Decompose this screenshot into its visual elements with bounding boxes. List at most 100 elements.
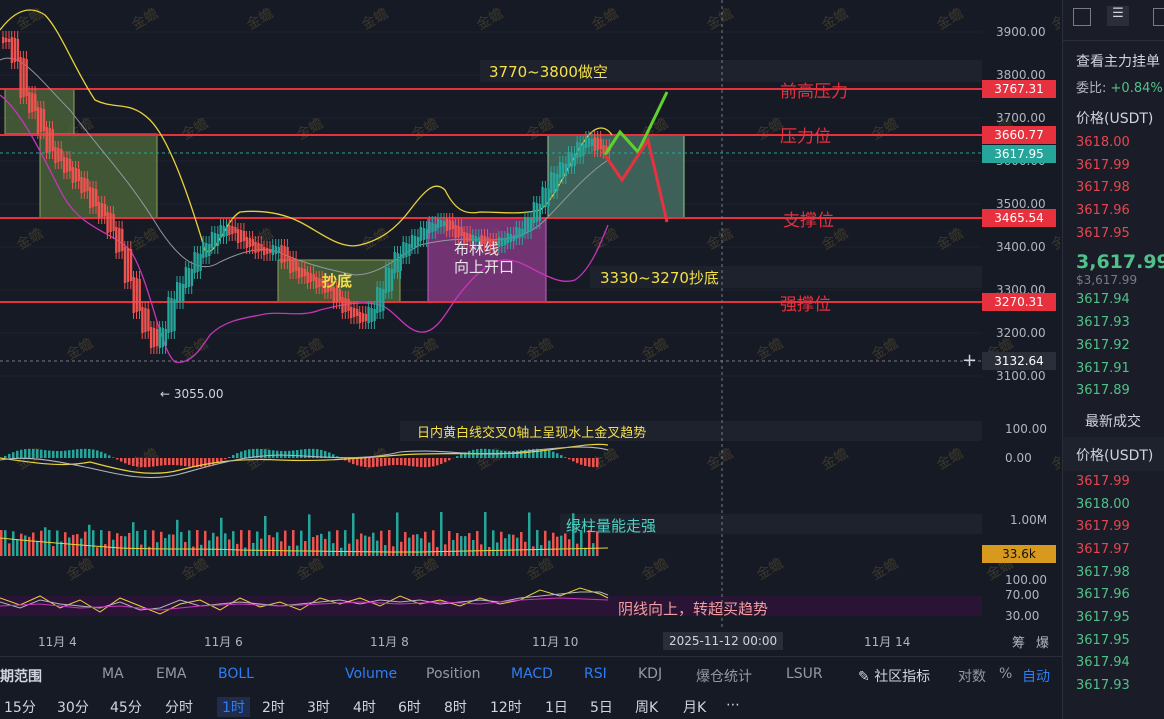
macd-bar [268,449,271,458]
macd-bar [244,450,247,458]
volume-bar [440,512,443,556]
macd-bar [416,458,419,467]
ask-row[interactable]: 3617.99 [1063,155,1164,178]
bid-row[interactable]: 3617.91 [1063,358,1164,381]
ask-row[interactable]: 3617.96 [1063,200,1164,223]
ask-row[interactable]: 3618.00 [1063,132,1164,155]
trade-row: 3617.99 [1076,473,1130,489]
indicator-lsur[interactable]: LSUR [786,666,823,682]
timeframe-9[interactable]: 8时 [444,697,467,717]
candle-body [48,128,51,152]
bid-row[interactable]: 3617.89 [1063,380,1164,403]
candle-body [155,329,159,346]
community-indicator[interactable]: ✎ 社区指标 [858,666,930,686]
trade-row: 3617.99 [1076,519,1130,535]
candle-body [92,188,95,207]
indicator-ma[interactable]: MA [102,666,124,682]
macd-bar [404,458,407,466]
bid-row[interactable]: 3617.92 [1063,335,1164,358]
timeframe-6[interactable]: 3时 [307,697,330,717]
volume-bar [120,535,123,556]
volume-bar [180,531,183,556]
timeframe-4[interactable]: 1时 [217,697,250,717]
macd-bar [208,458,211,466]
crosshair-plus-icon[interactable]: + [962,350,977,371]
candle-body [428,222,431,233]
crosshair-price-tag: 3132.64 [982,352,1056,370]
indicator-liquidation[interactable]: 爆仓统计 [696,666,752,686]
chips-icon[interactable]: 筹 [1012,632,1025,651]
candle-body [454,225,457,238]
price-chart[interactable]: 金蟾 金蟾 金蟾 金蟾 金蟾 金蟾 金蟾 金蟾 金蟾 金蟾金蟾 金蟾 金蟾 金蟾 金蟾 金蟾 金蟾 金蟾金蟾 金蟾… [0,0,1060,655]
indicator-ema[interactable]: EMA [156,666,187,682]
volume-bar [4,530,7,556]
candle-body [396,253,399,272]
timeframe-7[interactable]: 4时 [353,697,376,717]
timeframe-5[interactable]: 2时 [262,697,285,717]
bid-row[interactable]: 3617.94 [1063,289,1164,312]
panel-title[interactable]: 查看主力挂单 [1063,41,1164,71]
trade-row: 3617.96 [1076,587,1130,603]
timeframe-11[interactable]: 1日 [545,697,568,717]
candle-body [413,236,417,247]
macd-bar [432,458,435,467]
timeframe-10[interactable]: 12时 [490,697,522,717]
macd-bar [8,453,11,458]
ask-row[interactable]: 3617.95 [1063,223,1164,246]
candle-body [248,238,251,247]
indicator-boll[interactable]: BOLL [218,666,254,682]
candle-body [199,254,202,271]
macd-bar [44,450,47,458]
liquidation-icon[interactable]: 爆 [1036,632,1049,651]
date-tick: 11月 10 [532,635,578,649]
macd-bar [264,449,267,458]
indicator-toolbar: 期范围 MA EMA BOLL Volume Position MACD RSI… [0,656,1062,693]
auto-scale-toggle[interactable]: 自动 [1022,666,1050,686]
indicator-position[interactable]: Position [426,666,481,682]
layout-icon[interactable] [1073,8,1091,26]
candle-body [216,234,220,246]
volume-bar [172,534,175,556]
volume-bar [468,533,471,556]
period-range-tab[interactable]: 期范围 [0,666,42,686]
timeframe-12[interactable]: 5日 [590,697,613,717]
candle-body [405,243,408,257]
candle-body [408,244,411,256]
timeframe-3[interactable]: 分时 [165,697,193,717]
orderbook-icon[interactable]: ☰ [1107,6,1129,26]
candle-body [167,297,170,333]
volume-bar [300,530,303,556]
percent-toggle[interactable]: % [999,666,1012,682]
indicator-macd[interactable]: MACD [511,666,553,682]
candle-body [106,212,109,233]
candle-body [149,327,153,348]
timeframe-0[interactable]: 15分 [4,697,36,717]
timeframe-14[interactable]: 月K [683,697,706,717]
bid-row[interactable]: 3617.93 [1063,312,1164,335]
timeframe-2[interactable]: 45分 [110,697,142,717]
timeframe-13[interactable]: 周K [635,697,658,717]
more-timeframes-icon[interactable]: ⋯ [726,697,740,713]
grid-icon[interactable] [1153,8,1164,26]
volume-bar [200,544,203,556]
candle-body [158,327,161,348]
macd-bar [420,458,423,468]
macd-bar [32,448,35,458]
indicator-rsi[interactable]: RSI [584,666,607,682]
indicator-volume[interactable]: Volume [345,666,397,682]
volume-bar [136,530,139,556]
volume-bar [80,538,83,556]
candle-body [190,269,194,286]
candle-body [518,228,521,238]
volume-bar [384,545,387,556]
candle-body [437,219,440,228]
ask-row[interactable]: 3617.98 [1063,177,1164,200]
trades-title[interactable]: 最新成交 [1063,403,1164,437]
log-scale-toggle[interactable]: 对数 [958,666,986,686]
indicator-kdj[interactable]: KDJ [638,666,662,682]
timeframe-8[interactable]: 6时 [398,697,421,717]
candle-body [109,213,112,232]
volume-bar [372,532,375,556]
volume-bar [272,537,275,556]
timeframe-1[interactable]: 30分 [57,697,89,717]
